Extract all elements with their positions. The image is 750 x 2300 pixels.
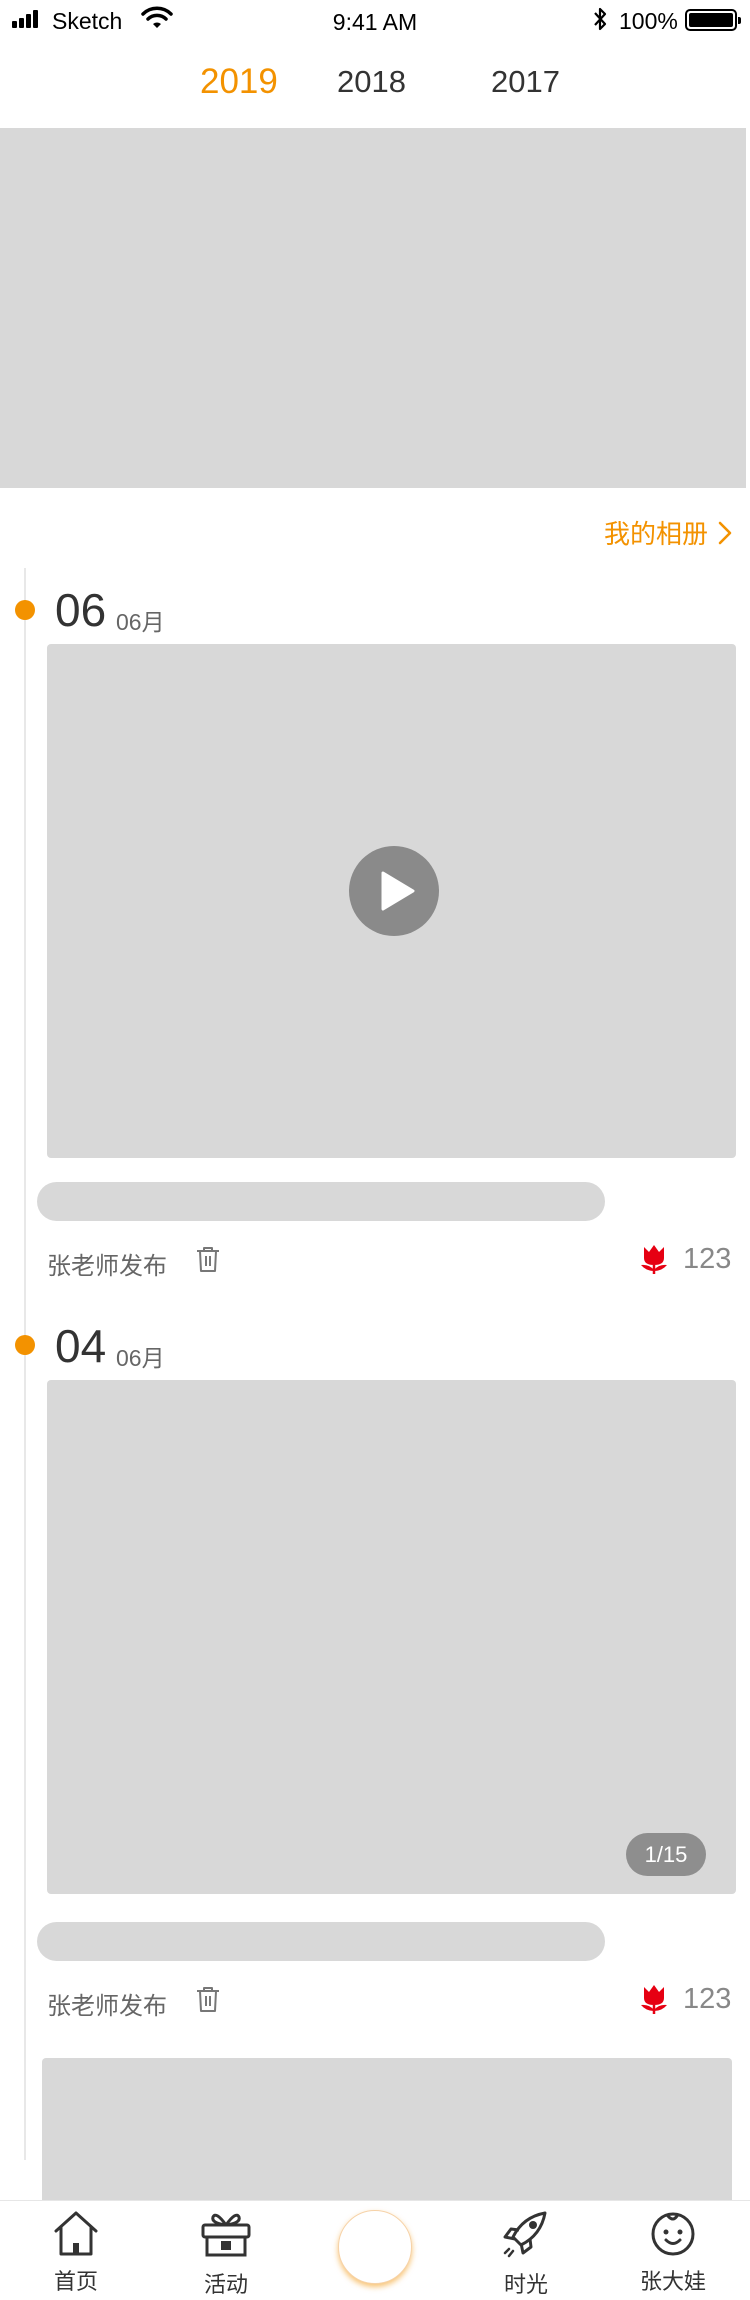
- my-album-label: 我的相册: [603, 519, 708, 549]
- tab-home[interactable]: 首页: [21, 2201, 131, 2300]
- post-month: 06月: [116, 609, 165, 635]
- tab-time-label: 时光: [503, 2272, 548, 2297]
- post-image[interactable]: 1/15: [47, 1380, 736, 1894]
- post-month: 06月: [116, 1345, 165, 1371]
- post-author: 张老师发布: [47, 1993, 167, 2020]
- like-count: 123: [683, 1243, 732, 1275]
- image-counter-badge: 1/15: [626, 1833, 706, 1876]
- caption-placeholder: [37, 1182, 605, 1221]
- tab-activity[interactable]: 活动: [171, 2201, 281, 2300]
- tab-home-label: 首页: [53, 2269, 98, 2294]
- timeline-dot: [15, 1335, 35, 1355]
- tab-year-2017[interactable]: 2017: [491, 64, 560, 100]
- tab-time[interactable]: 时光: [471, 2201, 581, 2300]
- battery-percent: 100%: [619, 8, 678, 34]
- play-button[interactable]: [349, 846, 439, 936]
- tab-activity-label: 活动: [203, 2272, 248, 2297]
- battery-icon: [685, 9, 741, 31]
- post-video[interactable]: [47, 644, 736, 1158]
- like-count: 123: [683, 1983, 732, 2015]
- post-image[interactable]: [42, 2058, 732, 2200]
- play-icon: [381, 871, 415, 911]
- rocket-icon: [503, 2211, 547, 2258]
- trash-icon[interactable]: [196, 1985, 220, 2013]
- timeline-dot: [15, 600, 35, 620]
- banner-image[interactable]: [0, 128, 746, 488]
- my-album-link[interactable]: 我的相册: [604, 514, 734, 551]
- status-bar: Sketch 9:41 AM 100%: [0, 0, 750, 40]
- bluetooth-icon: [594, 7, 607, 31]
- tab-profile-label: 张大娃: [639, 2269, 706, 2294]
- caption-placeholder: [37, 1922, 605, 1961]
- post-author: 张老师发布: [47, 1253, 167, 1280]
- timeline-line: [24, 568, 26, 2160]
- flower-like-icon[interactable]: [637, 1243, 671, 1275]
- chevron-right-icon: [718, 521, 732, 544]
- trash-icon[interactable]: [196, 1245, 220, 1273]
- post-day: 06: [55, 584, 107, 636]
- home-icon: [54, 2211, 98, 2256]
- flower-like-icon[interactable]: [637, 1983, 671, 2015]
- post-day: 04: [55, 1320, 107, 1372]
- center-action-button[interactable]: [338, 2210, 412, 2284]
- tab-year-2019[interactable]: 2019: [200, 62, 278, 102]
- tab-profile[interactable]: 张大娃: [618, 2201, 728, 2300]
- baby-face-icon: [651, 2212, 695, 2256]
- tab-year-2018[interactable]: 2018: [337, 64, 406, 100]
- gift-icon: [201, 2213, 251, 2257]
